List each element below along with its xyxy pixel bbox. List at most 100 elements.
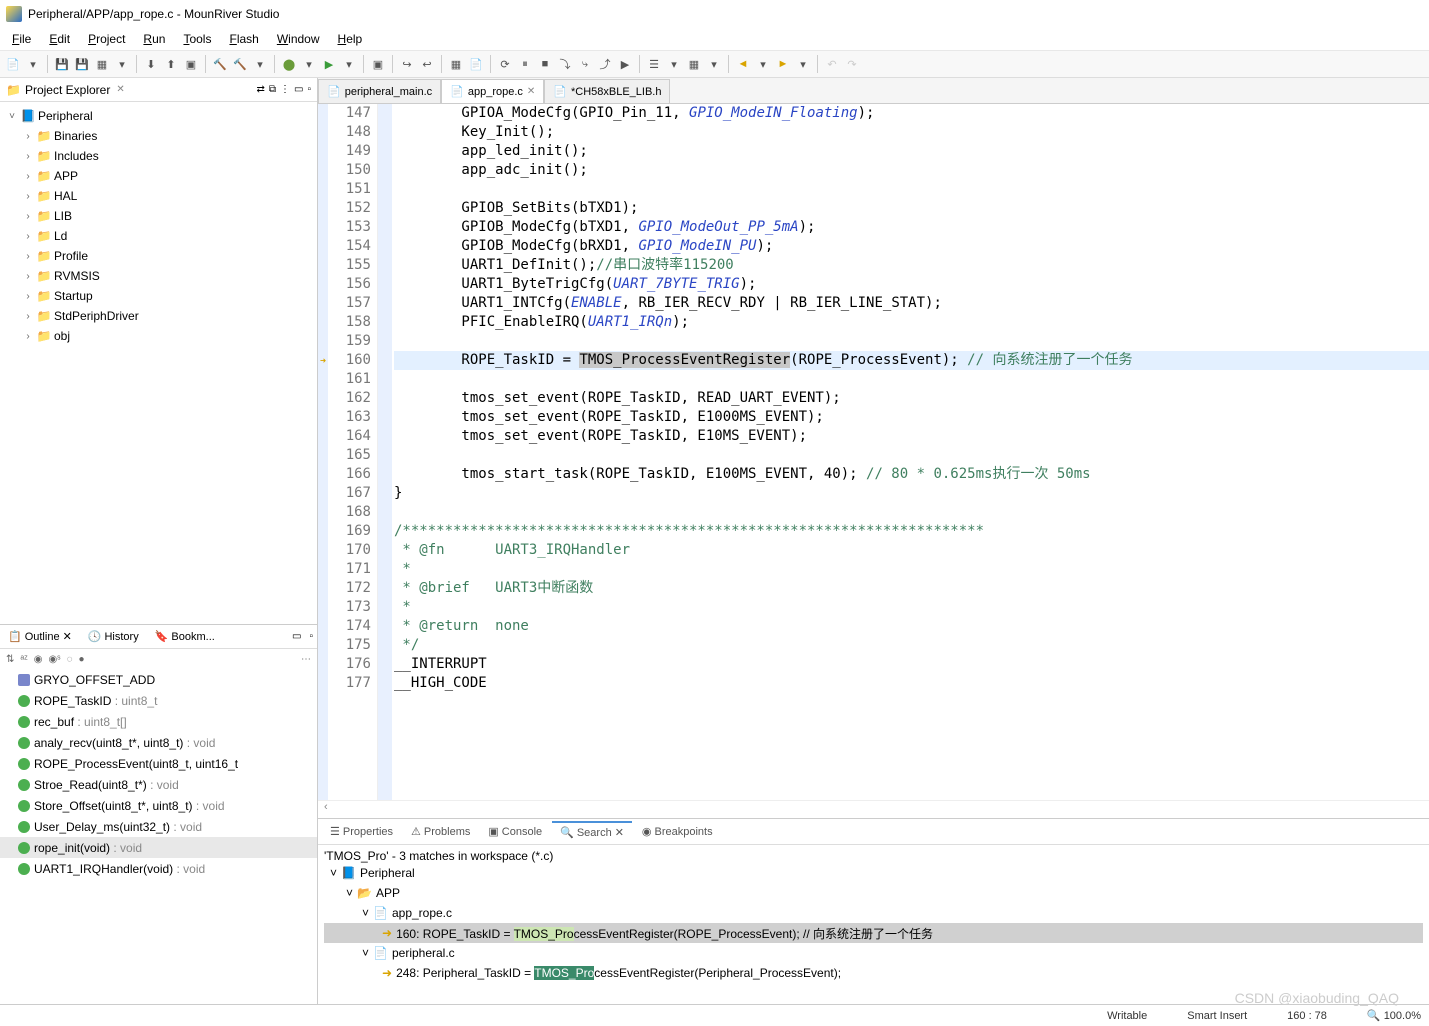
outline-item[interactable]: GRYO_OFFSET_ADD — [0, 669, 317, 690]
tree-item[interactable]: ›📁Binaries — [2, 126, 315, 146]
tab-search[interactable]: 🔍 Search ✕ — [552, 821, 632, 842]
menu-edit[interactable]: Edit — [41, 30, 78, 48]
search-results[interactable]: 'TMOS_Pro' - 3 matches in workspace (*.c… — [318, 845, 1429, 1004]
stop-icon[interactable]: ■ — [536, 55, 554, 73]
tab-problems[interactable]: ⚠ Problems — [403, 822, 478, 841]
undo-icon[interactable]: ↶ — [823, 55, 841, 73]
link-icon[interactable]: ⧉ — [269, 84, 276, 95]
search-file[interactable]: ˅📄peripheral.c — [324, 943, 1423, 963]
dropdown-icon[interactable]: ▾ — [251, 55, 269, 73]
close-icon[interactable]: ✕ — [527, 86, 535, 97]
tree-item[interactable]: ›📁obj — [2, 326, 315, 346]
minimize-icon[interactable]: ▭ — [294, 84, 303, 95]
grid2-icon[interactable]: ▦ — [685, 55, 703, 73]
step-over-icon[interactable]: ⤵ — [556, 55, 574, 73]
editor-tab[interactable]: 📄app_rope.c ✕ — [441, 79, 544, 103]
dropdown-icon[interactable]: ▾ — [300, 55, 318, 73]
download-icon[interactable]: ⬇ — [142, 55, 160, 73]
step-out-icon[interactable]: ⤴ — [596, 55, 614, 73]
menu-flash[interactable]: Flash — [221, 30, 266, 48]
upload-icon[interactable]: ⬆ — [162, 55, 180, 73]
menu-icon[interactable]: ▫ — [307, 84, 311, 95]
collapse-icon[interactable]: ⇄ — [256, 84, 264, 95]
editor-tab[interactable]: 📄*CH58xBLE_LIB.h — [544, 79, 670, 103]
hscroll[interactable]: ‹ — [318, 800, 1429, 818]
chevron-right-icon[interactable]: › — [22, 151, 34, 162]
zoom-out-icon[interactable]: 🔍 — [1367, 1010, 1381, 1022]
project-tree[interactable]: ˅ 📘 Peripheral ›📁Binaries›📁Includes›📁APP… — [0, 102, 317, 624]
outline-item[interactable]: UART1_IRQHandler(void) : void — [0, 858, 317, 879]
dropdown-icon[interactable]: ▾ — [794, 55, 812, 73]
tree-item[interactable]: ›📁Profile — [2, 246, 315, 266]
step-into-icon[interactable]: ⤷ — [576, 55, 594, 73]
tab-properties[interactable]: ☰ Properties — [322, 822, 401, 841]
menu-run[interactable]: Run — [135, 30, 173, 48]
tab-history[interactable]: 🕓 History — [80, 627, 147, 646]
tree-root[interactable]: ˅ 📘 Peripheral — [2, 106, 315, 126]
close-icon[interactable]: ✕ — [615, 826, 624, 839]
tree-item[interactable]: ›📁HAL — [2, 186, 315, 206]
menu-file[interactable]: File — [4, 30, 39, 48]
az-icon[interactable]: ᵃᶻ — [20, 654, 27, 665]
tree-item[interactable]: ›📁APP — [2, 166, 315, 186]
outline-item[interactable]: rope_init(void) : void — [0, 837, 317, 858]
chevron-right-icon[interactable]: › — [22, 131, 34, 142]
run-icon[interactable]: ▶ — [320, 55, 338, 73]
dropdown-icon[interactable]: ▾ — [340, 55, 358, 73]
grid-icon[interactable]: ▦ — [447, 55, 465, 73]
outline-item[interactable]: analy_recv(uint8_t*, uint8_t) : void — [0, 732, 317, 753]
save-all-icon[interactable]: 💾 — [73, 55, 91, 73]
tab-outline[interactable]: 📋 Outline ✕ — [0, 627, 80, 646]
tree-item[interactable]: ›📁Includes — [2, 146, 315, 166]
tab-breakpoints[interactable]: ◉ Breakpoints — [634, 822, 721, 841]
outline-item[interactable]: ROPE_ProcessEvent(uint8_t, uint16_t — [0, 753, 317, 774]
close-icon[interactable]: ✕ — [114, 84, 126, 95]
more-icon[interactable]: ⋯ — [301, 654, 311, 665]
filter-icon[interactable]: ⋮ — [280, 84, 290, 95]
bug-icon[interactable]: ⬤ — [280, 55, 298, 73]
code-editor[interactable]: ➜ 14714814915015115215315415515615715815… — [318, 104, 1429, 800]
chevron-right-icon[interactable]: › — [22, 231, 34, 242]
build-icon[interactable]: 🔨 — [211, 55, 229, 73]
chevron-right-icon[interactable]: › — [22, 191, 34, 202]
tree-item[interactable]: ›📁Ld — [2, 226, 315, 246]
dropdown-icon[interactable]: ▾ — [24, 55, 42, 73]
field-icon[interactable]: ● — [79, 654, 85, 665]
chevron-right-icon[interactable]: › — [22, 311, 34, 322]
terminal-icon[interactable]: ▣ — [369, 55, 387, 73]
menu-project[interactable]: Project — [80, 30, 133, 48]
chevron-right-icon[interactable]: › — [22, 271, 34, 282]
save-icon[interactable]: 💾 — [53, 55, 71, 73]
tree-item[interactable]: ›📁RVMSIS — [2, 266, 315, 286]
tab-bookmarks[interactable]: 🔖 Bookm... — [147, 627, 223, 646]
editor-tab[interactable]: 📄peripheral_main.c — [318, 79, 441, 103]
outline-item[interactable]: ROPE_TaskID : uint8_t — [0, 690, 317, 711]
dropdown-icon[interactable]: ▾ — [705, 55, 723, 73]
chevron-right-icon[interactable]: › — [22, 291, 34, 302]
chevron-down-icon[interactable]: ˅ — [6, 111, 18, 122]
dropdown-icon[interactable]: ▾ — [754, 55, 772, 73]
forward-icon[interactable]: ► — [774, 55, 792, 73]
tree-item[interactable]: ›📁StdPeriphDriver — [2, 306, 315, 326]
minimize-icon[interactable]: ▭ — [288, 631, 305, 642]
search-project[interactable]: ˅📘Peripheral — [324, 863, 1423, 883]
back-icon[interactable]: ◄ — [734, 55, 752, 73]
chevron-right-icon[interactable]: › — [22, 171, 34, 182]
dropdown-icon[interactable]: ▾ — [665, 55, 683, 73]
hide2-icon[interactable]: ◌ — [67, 654, 73, 665]
filter-icon[interactable]: ◉ — [34, 654, 43, 665]
new-icon[interactable]: 📄 — [4, 55, 22, 73]
outline-item[interactable]: rec_buf : uint8_t[] — [0, 711, 317, 732]
menu-help[interactable]: Help — [330, 30, 371, 48]
refresh-icon[interactable]: ⟳ — [496, 55, 514, 73]
chevron-right-icon[interactable]: › — [22, 211, 34, 222]
doc-icon[interactable]: 📄 — [467, 55, 485, 73]
step-icon[interactable]: ↪ — [398, 55, 416, 73]
redo-icon[interactable]: ↷ — [843, 55, 861, 73]
search-file[interactable]: ˅📄app_rope.c — [324, 903, 1423, 923]
list-icon[interactable]: ☰ — [645, 55, 663, 73]
sort-icon[interactable]: ⇅ — [6, 654, 14, 665]
tab-console[interactable]: ▣ Console — [480, 822, 550, 841]
resume-icon[interactable]: ▶ — [616, 55, 634, 73]
chevron-right-icon[interactable]: › — [22, 251, 34, 262]
